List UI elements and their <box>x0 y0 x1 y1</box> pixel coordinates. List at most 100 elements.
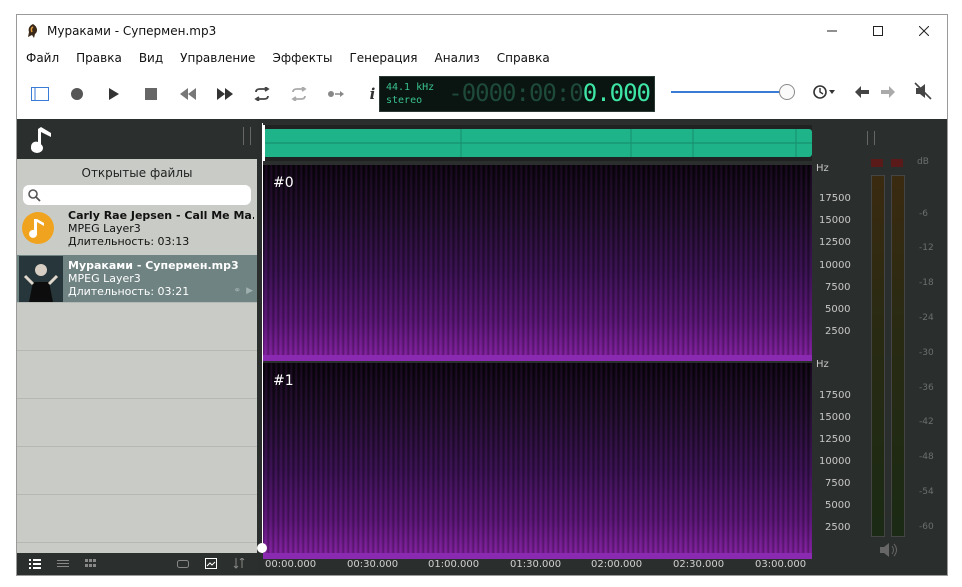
file-duration: Длительность: 03:21 <box>68 285 190 298</box>
db-tick: -60 <box>919 522 934 532</box>
volume-slider[interactable] <box>671 84 795 100</box>
freq-tick: 12500 <box>819 237 851 248</box>
time-readout-value: 0.000 <box>582 79 651 107</box>
thumbnail-icon[interactable] <box>205 558 217 569</box>
sidebar-footer <box>17 553 257 575</box>
freq-tick: 15000 <box>819 412 851 423</box>
freq-tick: 15000 <box>819 215 851 226</box>
play-button[interactable] <box>95 79 132 109</box>
follow-cursor-icon[interactable] <box>317 79 354 109</box>
time-tick: 02:30.000 <box>673 559 725 570</box>
volume-knob[interactable] <box>779 84 795 100</box>
mute-icon[interactable] <box>911 79 935 103</box>
audio-file-icon <box>21 211 55 245</box>
undo-arrow-icon[interactable] <box>851 81 873 103</box>
list-view-icon[interactable] <box>29 559 41 569</box>
speaker-icon[interactable] <box>879 543 899 557</box>
db-tick: -36 <box>919 383 934 393</box>
album-art-thumbnail <box>19 256 63 302</box>
redo-arrow-icon[interactable] <box>877 81 899 103</box>
time-tick: 03:00.000 <box>755 559 807 570</box>
maximize-button[interactable] <box>855 15 901 47</box>
menu-view[interactable]: Вид <box>130 51 171 65</box>
loop-icon[interactable] <box>243 79 280 109</box>
sort-icon[interactable] <box>233 558 245 569</box>
list-item-selected[interactable]: Мураками - Супермен.mp3 MPEG Layer3 Длит… <box>17 255 257 302</box>
menu-effects[interactable]: Эффекты <box>263 51 340 65</box>
time-tick: 01:00.000 <box>428 559 480 570</box>
freq-tick: 2500 <box>825 522 851 533</box>
channel-label: #0 <box>273 175 294 191</box>
freq-tick: 10000 <box>819 456 851 467</box>
peak-indicator-right <box>891 159 903 167</box>
file-format: MPEG Layer3 <box>68 222 141 235</box>
time-display: 44.1 kHz stereo -0000:00:00.000 <box>379 76 655 112</box>
playhead-handle[interactable] <box>257 543 267 553</box>
channel-mode: stereo <box>386 95 423 106</box>
history-button[interactable] <box>809 81 839 103</box>
freq-tick: 10000 <box>819 260 851 271</box>
freq-tick: 2500 <box>825 326 851 337</box>
db-tick: -48 <box>919 452 934 462</box>
freq-tick: 5000 <box>825 304 851 315</box>
volume-track <box>671 91 787 93</box>
list-item[interactable]: Carly Rae Jepsen - Call Me Ma... MPEG La… <box>17 205 257 252</box>
menu-generate[interactable]: Генерация <box>340 51 425 65</box>
time-tick: 01:30.000 <box>510 559 562 570</box>
link-icon[interactable]: ⚭ <box>233 286 241 296</box>
menu-bar: Файл Правка Вид Управление Эффекты Генер… <box>17 47 947 69</box>
meter-grip-icon[interactable] <box>867 131 875 145</box>
minimize-button[interactable] <box>809 15 855 47</box>
fast-forward-button[interactable] <box>206 79 243 109</box>
waveform-overview-shape <box>263 125 812 161</box>
time-tick: 00:30.000 <box>347 559 399 570</box>
grid-view-icon[interactable] <box>85 559 97 569</box>
rewind-button[interactable] <box>169 79 206 109</box>
search-icon <box>28 189 41 202</box>
scroll-grip-icon[interactable] <box>243 127 251 141</box>
compact-list-icon[interactable] <box>57 559 69 569</box>
menu-analyze[interactable]: Анализ <box>426 51 488 65</box>
menu-file[interactable]: Файл <box>17 51 67 65</box>
file-format: MPEG Layer3 <box>68 272 141 285</box>
spectrogram-channel-1[interactable]: #1 <box>263 363 812 559</box>
db-tick: -6 <box>919 209 928 219</box>
db-tick: -30 <box>919 348 934 358</box>
time-readout-dim: -0000:00:0 <box>448 79 583 107</box>
sidebar: Открытые файлы Carly Rae Jepsen - Call M… <box>17 119 257 575</box>
time-readout: -0000:00:00.000 <box>448 79 651 107</box>
play-file-icon[interactable]: ▶ <box>246 286 253 296</box>
show-sidebar-button[interactable] <box>21 79 58 109</box>
music-note-icon <box>31 127 51 153</box>
open-files-title: Открытые файлы <box>81 166 193 180</box>
sidebar-header <box>17 119 257 159</box>
loop-files-icon[interactable] <box>177 559 189 569</box>
app-icon <box>25 23 41 39</box>
app-window: Мураками - Супермен.mp3 Файл Правка Вид … <box>16 14 948 576</box>
channel-label: #1 <box>273 373 294 389</box>
menu-control[interactable]: Управление <box>171 51 263 65</box>
record-button[interactable] <box>58 79 95 109</box>
freq-tick: 17500 <box>819 390 851 401</box>
db-tick: -42 <box>919 417 934 427</box>
stop-button[interactable] <box>132 79 169 109</box>
freq-tick: 17500 <box>819 193 851 204</box>
file-search-input[interactable] <box>23 185 251 205</box>
editor-area: #0 #1 Hz 17500 15000 12500 10000 7500 50… <box>243 119 947 575</box>
file-name: Carly Rae Jepsen - Call Me Ma... <box>68 209 254 222</box>
db-tick: -24 <box>919 313 934 323</box>
playhead-line[interactable] <box>262 123 263 553</box>
level-meter-left <box>871 175 885 537</box>
close-button[interactable] <box>901 15 947 47</box>
waveform-overview[interactable] <box>263 125 812 161</box>
freq-tick: 5000 <box>825 500 851 511</box>
peak-indicator-left <box>871 159 883 167</box>
loop-selection-icon[interactable] <box>280 79 317 109</box>
meter-unit: dB <box>917 157 929 167</box>
freq-tick: 7500 <box>825 282 851 293</box>
menu-help[interactable]: Справка <box>488 51 558 65</box>
title-bar: Мураками - Супермен.mp3 <box>17 15 947 47</box>
spectrogram-channel-0[interactable]: #0 <box>263 165 812 361</box>
sample-rate: 44.1 kHz <box>386 82 435 93</box>
menu-edit[interactable]: Правка <box>67 51 130 65</box>
